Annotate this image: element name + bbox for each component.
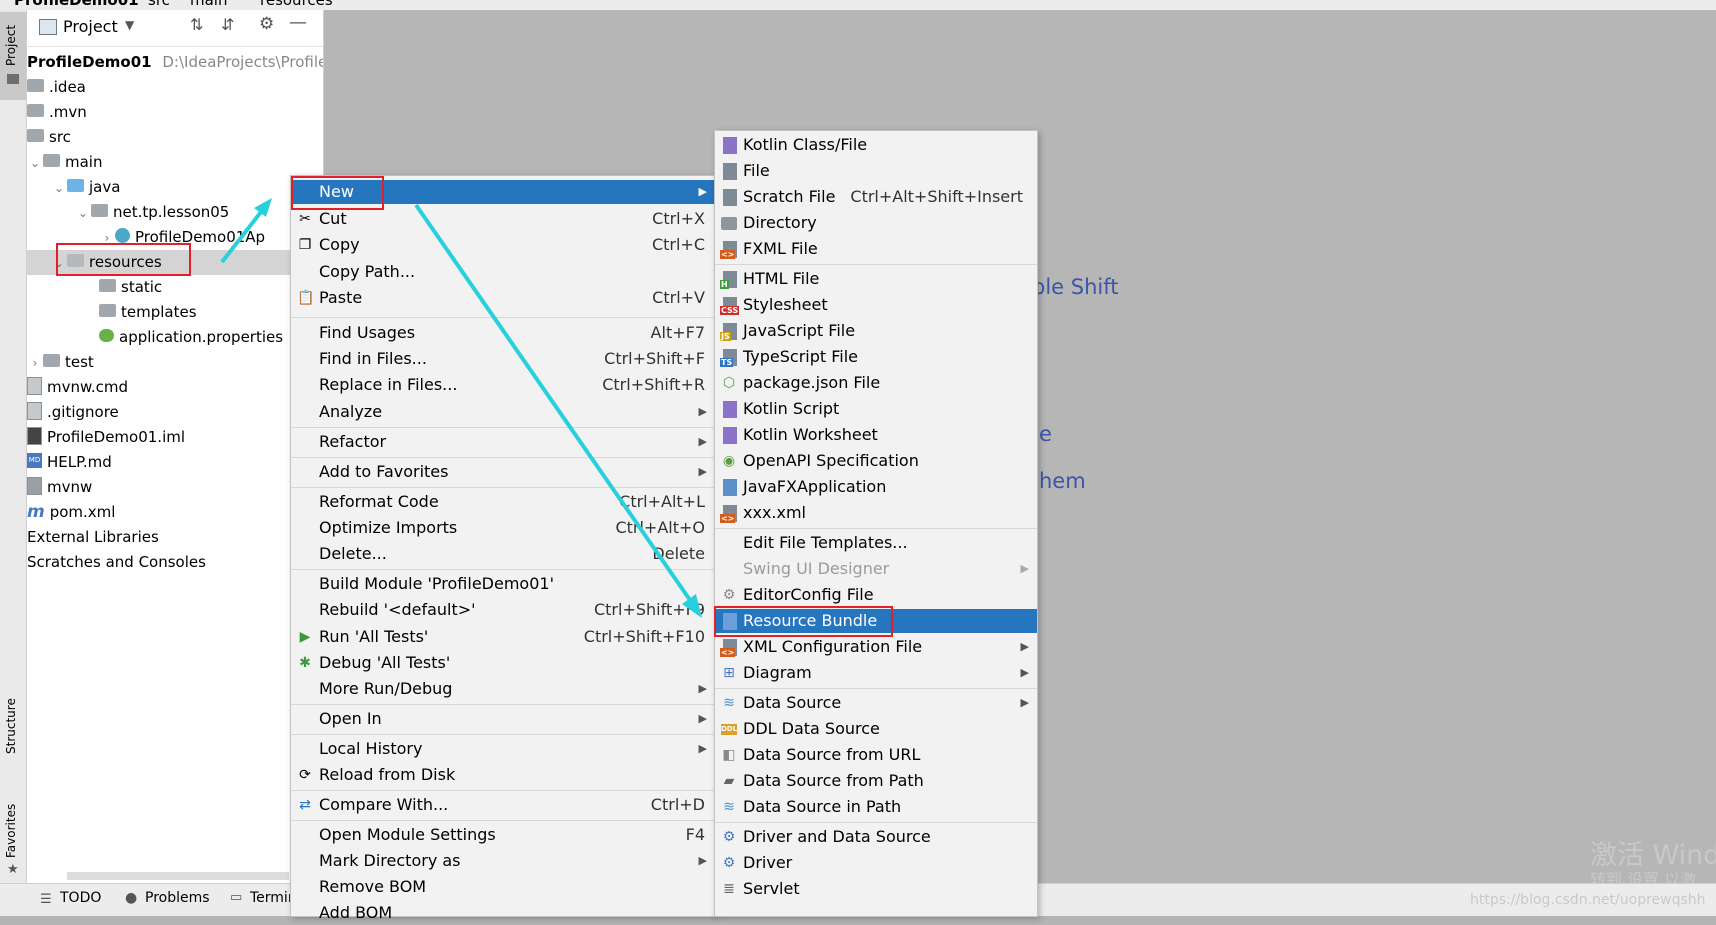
arrow-head-down-icon xyxy=(682,594,702,618)
arrow-line-to-new xyxy=(220,206,266,264)
annotation-arrows xyxy=(220,198,702,618)
arrow-line-to-resource-bundle xyxy=(414,203,692,602)
